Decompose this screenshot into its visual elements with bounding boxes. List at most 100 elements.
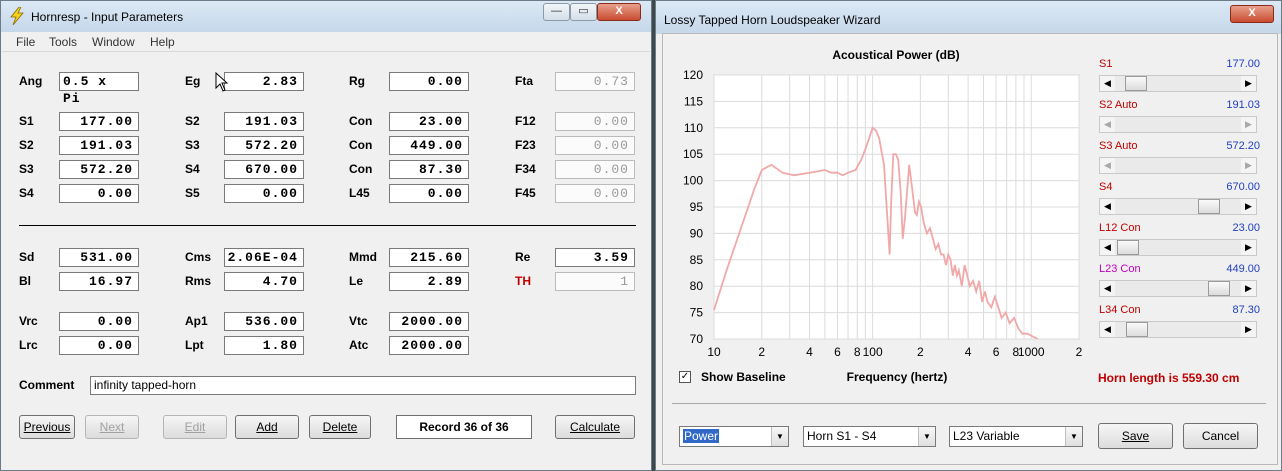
- window-title: Hornresp - Input Parameters: [31, 10, 184, 24]
- y-tick-label: 100: [683, 174, 703, 188]
- slider-track-0[interactable]: ◀ ▶: [1099, 75, 1257, 92]
- lpt-field[interactable]: 1.80: [224, 336, 304, 355]
- s2-field[interactable]: 191.03: [224, 112, 304, 131]
- s1-field[interactable]: 177.00: [59, 112, 139, 131]
- slider-thumb[interactable]: [1126, 322, 1149, 337]
- con2-label: Con: [349, 138, 373, 152]
- rms-field[interactable]: 4.70: [224, 272, 304, 291]
- chart-xlabel: Frequency (hertz): [847, 370, 948, 384]
- cancel-button[interactable]: Cancel: [1183, 423, 1258, 449]
- l45-label: L45: [349, 186, 370, 200]
- slider-track-3[interactable]: ◀ ▶: [1099, 198, 1257, 215]
- eg-label: Eg: [185, 74, 201, 88]
- s3b-field[interactable]: 572.20: [59, 160, 139, 179]
- menu-tools[interactable]: Tools: [49, 35, 77, 49]
- le-field[interactable]: 2.89: [389, 272, 469, 291]
- variable-select[interactable]: L23 Variable ▼: [949, 426, 1083, 447]
- next-button[interactable]: Next: [85, 415, 139, 439]
- slider-thumb[interactable]: [1125, 76, 1148, 91]
- x-tick-label: 6: [993, 345, 1000, 359]
- add-button[interactable]: Add: [235, 415, 299, 439]
- y-tick-label: 95: [690, 200, 704, 214]
- wizard-close-button[interactable]: X: [1230, 5, 1274, 23]
- save-button[interactable]: Save: [1098, 423, 1173, 449]
- y-tick-label: 105: [683, 147, 703, 161]
- calculate-button[interactable]: Calculate: [555, 415, 635, 439]
- previous-button[interactable]: Previous: [19, 415, 75, 439]
- th-field: 1: [555, 272, 635, 291]
- scroll-right-icon[interactable]: ▶: [1241, 240, 1256, 255]
- menu-window[interactable]: Window: [92, 35, 135, 49]
- slider-thumb[interactable]: [1117, 240, 1140, 255]
- vrc-label: Vrc: [19, 314, 38, 328]
- scroll-right-icon[interactable]: ▶: [1241, 199, 1256, 214]
- delete-button[interactable]: Delete: [309, 415, 371, 439]
- slider-track-4[interactable]: ◀ ▶: [1099, 239, 1257, 256]
- lrc-field[interactable]: 0.00: [59, 336, 139, 355]
- cms-field[interactable]: 2.06E-04: [224, 248, 304, 267]
- con3-field[interactable]: 87.30: [389, 160, 469, 179]
- sd-label: Sd: [19, 250, 35, 264]
- eg-field[interactable]: 2.83: [224, 72, 304, 91]
- atc-field[interactable]: 2000.00: [389, 336, 469, 355]
- ang-field[interactable]: 0.5 x Pi: [59, 72, 139, 106]
- x-tick-label: 6: [834, 345, 841, 359]
- bl-field[interactable]: 16.97: [59, 272, 139, 291]
- maximize-button[interactable]: ▭: [570, 3, 597, 21]
- mode-select[interactable]: Power ▼: [679, 426, 789, 447]
- th-label: TH: [515, 274, 531, 288]
- chevron-down-icon: ▼: [771, 427, 788, 446]
- horn-select[interactable]: Horn S1 - S4 ▼: [803, 426, 936, 447]
- con1-field[interactable]: 23.00: [389, 112, 469, 131]
- s2-label: S2: [185, 114, 200, 128]
- comment-input[interactable]: infinity tapped-horn: [90, 376, 636, 395]
- slider-value-0: 177.00: [1226, 58, 1260, 70]
- slider-thumb[interactable]: [1198, 199, 1221, 214]
- scroll-right-icon[interactable]: ▶: [1241, 322, 1256, 337]
- scroll-right-icon[interactable]: ▶: [1241, 281, 1256, 296]
- s5-field[interactable]: 0.00: [224, 184, 304, 203]
- con2-field[interactable]: 449.00: [389, 136, 469, 155]
- bl-label: Bl: [19, 274, 31, 288]
- slider-value-3: 670.00: [1226, 181, 1260, 193]
- minimize-button[interactable]: —: [543, 3, 570, 21]
- slider-track-6[interactable]: ◀ ▶: [1099, 321, 1257, 338]
- wizard-title: Lossy Tapped Horn Loudspeaker Wizard: [664, 13, 881, 27]
- scroll-left-icon[interactable]: ◀: [1100, 240, 1115, 255]
- f12-label: F12: [515, 114, 536, 128]
- f45-field: 0.00: [555, 184, 635, 203]
- slider-thumb[interactable]: [1207, 281, 1230, 296]
- vtc-field[interactable]: 2000.00: [389, 312, 469, 331]
- scroll-right-icon: ▶: [1241, 117, 1256, 132]
- show-baseline-checkbox[interactable]: ✓: [679, 371, 691, 383]
- ap1-field[interactable]: 536.00: [224, 312, 304, 331]
- s4b-field[interactable]: 0.00: [59, 184, 139, 203]
- s3-field[interactable]: 572.20: [224, 136, 304, 155]
- scroll-right-icon[interactable]: ▶: [1241, 76, 1256, 91]
- y-tick-label: 120: [683, 68, 703, 82]
- scroll-left-icon[interactable]: ◀: [1100, 281, 1115, 296]
- l45-field[interactable]: 0.00: [389, 184, 469, 203]
- edit-button[interactable]: Edit: [163, 415, 227, 439]
- menu-help[interactable]: Help: [150, 35, 175, 49]
- close-button[interactable]: X: [597, 3, 641, 21]
- section-divider: [19, 225, 636, 226]
- scroll-left-icon[interactable]: ◀: [1100, 199, 1115, 214]
- x-tick-label: 2: [917, 345, 924, 359]
- chart-title: Acoustical Power (dB): [832, 48, 959, 62]
- s4-field[interactable]: 670.00: [224, 160, 304, 179]
- y-tick-label: 75: [690, 306, 704, 320]
- slider-label-5: L23 Con: [1099, 263, 1141, 275]
- vrc-field[interactable]: 0.00: [59, 312, 139, 331]
- re-field[interactable]: 3.59: [555, 248, 635, 267]
- scroll-left-icon: ◀: [1100, 158, 1115, 173]
- menu-file[interactable]: File: [16, 35, 35, 49]
- s2b-field[interactable]: 191.03: [59, 136, 139, 155]
- vtc-label: Vtc: [349, 314, 368, 328]
- scroll-left-icon[interactable]: ◀: [1100, 322, 1115, 337]
- sd-field[interactable]: 531.00: [59, 248, 139, 267]
- rg-field[interactable]: 0.00: [389, 72, 469, 91]
- mmd-field[interactable]: 215.60: [389, 248, 469, 267]
- slider-track-5[interactable]: ◀ ▶: [1099, 280, 1257, 297]
- scroll-left-icon[interactable]: ◀: [1100, 76, 1115, 91]
